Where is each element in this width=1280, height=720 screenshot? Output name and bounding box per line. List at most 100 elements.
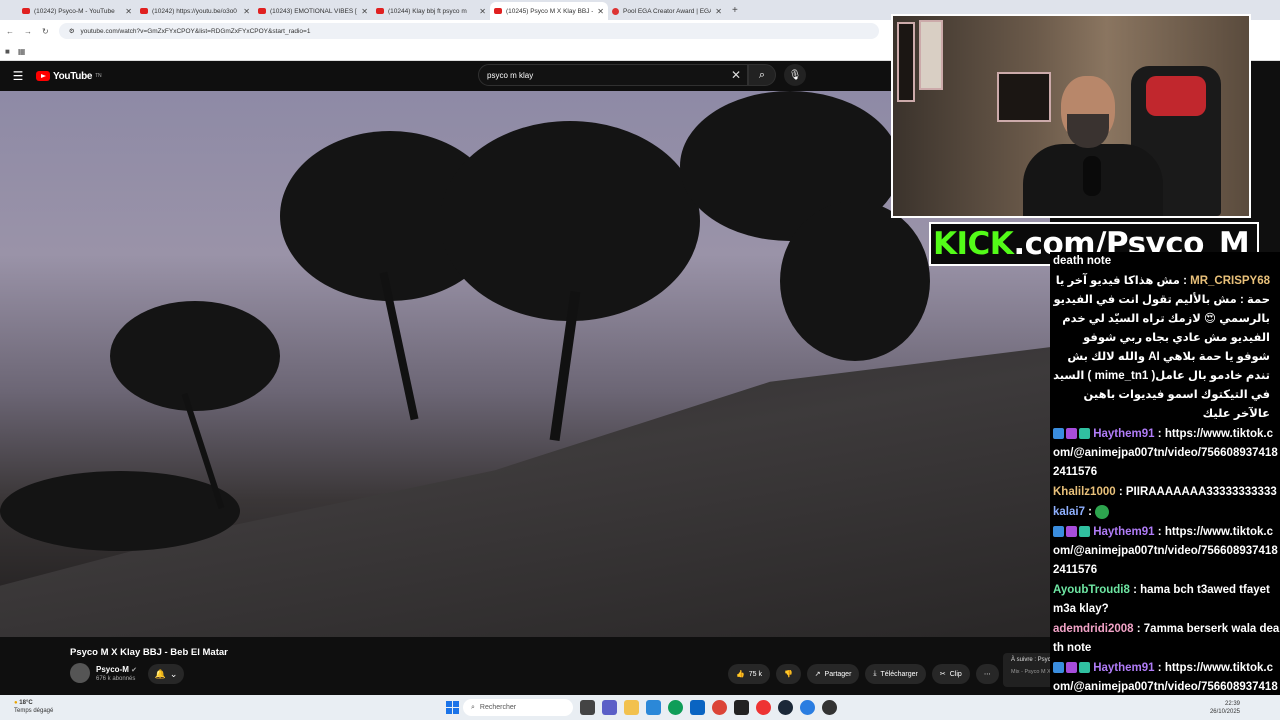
wall-picture-frame xyxy=(919,20,943,90)
taskbar-pinned-apps xyxy=(580,700,837,715)
chat-badges xyxy=(1053,662,1090,674)
url-field[interactable]: ⚙ youtube.com/watch?v=GmZxFYxCPOY&list=R… xyxy=(58,23,879,39)
more-actions-button[interactable]: ⋯ xyxy=(975,664,999,684)
live-chat-overlay: death note MR_CRISPY68 : مش هذاكا فيديو آ… xyxy=(1050,252,1280,720)
search-icon: ⌕ xyxy=(758,68,766,81)
outlook-icon[interactable] xyxy=(690,700,705,715)
capcut-icon[interactable] xyxy=(734,700,749,715)
hamburger-menu-icon[interactable]: ☰ xyxy=(0,69,36,83)
new-tab-icon[interactable]: + xyxy=(726,2,744,20)
close-tab-icon[interactable]: ✕ xyxy=(243,7,250,16)
weather-widget[interactable]: ● 18°C Temps dégagé xyxy=(14,699,53,715)
voice-search-button[interactable]: 🎙 xyxy=(784,64,806,86)
video-frame-tree xyxy=(110,301,280,411)
search-button[interactable]: ⌕ xyxy=(748,64,776,86)
video-info-panel: Psyco M X Klay BBJ - Beb El Matar Psyco-… xyxy=(0,637,1050,695)
steam-icon[interactable] xyxy=(778,700,793,715)
back-arrow-icon[interactable]: ← xyxy=(6,27,14,36)
search-input[interactable]: psyco m klay ✕ xyxy=(478,64,748,86)
youtube-favicon-icon xyxy=(140,8,148,14)
chat-username[interactable]: kalai7 xyxy=(1053,506,1085,518)
wall-picture-frame xyxy=(897,22,915,102)
chat-username[interactable]: Haythem91 xyxy=(1093,662,1154,674)
badge-icon xyxy=(1079,526,1090,538)
channel-avatar[interactable] xyxy=(70,663,90,683)
forward-arrow-icon[interactable]: → xyxy=(24,27,32,36)
chat-username[interactable]: Haythem91 xyxy=(1093,428,1154,440)
tab-title: (10242) Psyco-M - YouTube xyxy=(34,7,115,15)
clear-search-icon[interactable]: ✕ xyxy=(731,68,741,82)
chat-message: kalai7 : xyxy=(1053,503,1280,522)
badge-icon xyxy=(1079,428,1090,440)
chat-username[interactable]: Khalilz1000 xyxy=(1053,486,1116,498)
store-icon[interactable] xyxy=(646,700,661,715)
youtube-favicon-icon xyxy=(258,8,266,14)
video-frame-tree xyxy=(0,471,240,551)
close-tab-icon[interactable]: ✕ xyxy=(125,7,132,16)
chat-badges xyxy=(1053,526,1090,538)
close-tab-icon[interactable]: ✕ xyxy=(715,7,722,16)
taskbar-search[interactable]: ⌕ Rechercher xyxy=(463,699,573,716)
youtube-play-icon xyxy=(36,71,50,81)
browser-tab[interactable]: (10243) EMOTIONAL VIBES [20 ✕ xyxy=(254,2,372,20)
chat-username[interactable]: Haythem91 xyxy=(1093,526,1154,538)
temperature: 18°C xyxy=(19,700,33,706)
chat-message: ademdridi2008 : 7amma berserk wala death… xyxy=(1053,623,1280,654)
chat-message: death note xyxy=(1053,252,1280,271)
search-icon: ⌕ xyxy=(471,703,475,711)
dislike-button[interactable]: 👎 xyxy=(775,664,801,684)
download-button[interactable]: ⤓ Télécharger xyxy=(865,664,926,684)
taskbar-search-placeholder: Rechercher xyxy=(479,704,517,711)
microphone-icon: 🎙 xyxy=(788,69,802,81)
teams-icon[interactable] xyxy=(602,700,617,715)
system-clock[interactable]: 22:39 26/10/2025 xyxy=(1210,700,1240,716)
thumbs-down-icon: 👎 xyxy=(783,671,793,678)
chat-username[interactable]: MR_CRISPY68 xyxy=(1190,275,1270,287)
scissors-icon: ✂ xyxy=(939,671,946,678)
tab-title: Pool EGA Creator Award | EGA xyxy=(623,7,712,15)
clip-button[interactable]: ✂ Clip xyxy=(931,664,970,684)
file-explorer-icon[interactable] xyxy=(624,700,639,715)
close-tab-icon[interactable]: ✕ xyxy=(361,7,368,16)
chat-message: Haythem91 : https://www.tiktok.com/@anim… xyxy=(1053,428,1278,478)
share-label: Partager xyxy=(824,670,852,678)
share-button[interactable]: ↗ Partager xyxy=(806,664,860,684)
subscriber-count: 676 k abonnés xyxy=(96,676,136,682)
obs-icon[interactable] xyxy=(822,700,837,715)
close-tab-icon[interactable]: ✕ xyxy=(479,7,486,16)
browser-tab[interactable]: Pool EGA Creator Award | EGA ✕ xyxy=(608,2,726,20)
apps-grid-icon[interactable]: ▦ xyxy=(18,47,26,56)
bookmark-icon[interactable]: ■ xyxy=(5,47,10,56)
recording-app-icon[interactable] xyxy=(756,700,771,715)
channel-name[interactable]: Psyco-M ✔ xyxy=(96,665,137,674)
badge-icon xyxy=(1053,662,1064,674)
browser-tab[interactable]: (10245) Psyco M X Klay BBJ - Be✕ xyxy=(490,2,608,20)
windows-start-icon[interactable] xyxy=(446,701,459,714)
media-app-icon[interactable] xyxy=(800,700,815,715)
like-button[interactable]: 👍 75 k xyxy=(728,664,770,684)
youtube-country-code: TN xyxy=(95,73,102,79)
tab-title: (10242) https://youtu.be/o3o0 xyxy=(152,7,237,15)
chat-username[interactable]: AyoubTroudi8 xyxy=(1053,584,1130,596)
reload-icon[interactable]: ↻ xyxy=(42,27,49,36)
edge-icon[interactable] xyxy=(668,700,683,715)
browser-tab[interactable]: (10242) https://youtu.be/o3o0 ✕ xyxy=(136,2,254,20)
chat-text: death note xyxy=(1053,255,1112,267)
chrome-icon[interactable] xyxy=(712,700,727,715)
youtube-logo[interactable]: YouTube TN xyxy=(36,71,102,82)
browser-tab[interactable]: (10244) Klay bbj ft psyco m ✕ xyxy=(372,2,490,20)
download-label: Télécharger xyxy=(880,670,918,678)
globe-emote-icon xyxy=(1095,504,1110,519)
badge-icon xyxy=(1053,428,1064,440)
share-icon: ↗ xyxy=(814,671,821,678)
notification-bell-button[interactable]: 🔔 ⌄ xyxy=(148,664,184,684)
download-icon: ⤓ xyxy=(873,670,877,677)
chat-message: AyoubTroudi8 : hama bch t3awed tfayet m3… xyxy=(1053,584,1270,615)
video-frame-tree xyxy=(780,201,930,361)
site-info-icon[interactable]: ⚙ xyxy=(69,27,75,35)
browser-tab[interactable]: (10242) Psyco-M - YouTube ✕ xyxy=(18,2,136,20)
streamer-beard xyxy=(1067,114,1109,148)
close-tab-icon[interactable]: ✕ xyxy=(597,7,604,16)
task-view-icon[interactable] xyxy=(580,700,595,715)
chat-username[interactable]: ademdridi2008 xyxy=(1053,623,1134,635)
